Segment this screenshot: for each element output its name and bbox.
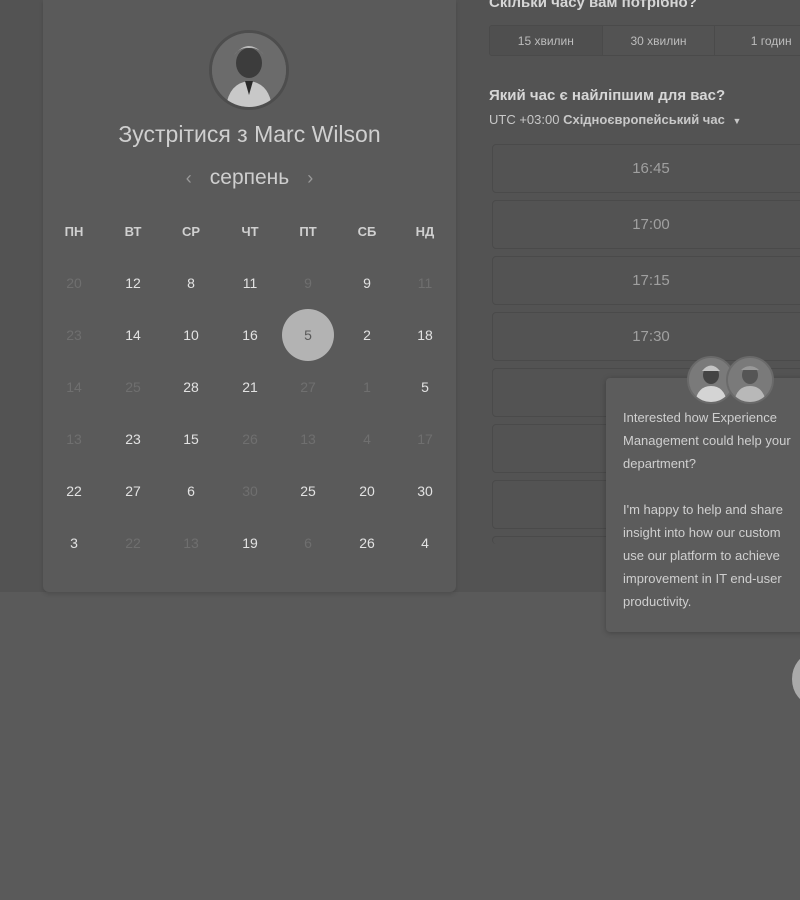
chat-message-line: department?: [623, 456, 696, 471]
duration-option[interactable]: 15 хвилин: [490, 26, 603, 55]
time-slot-label: 17:00: [632, 216, 670, 233]
chat-popup: Interested how Experience Management coul…: [606, 378, 800, 632]
duration-selector: 15 хвилин 30 хвилин 1 годин: [489, 25, 800, 56]
calendar-day: 13: [66, 431, 82, 447]
chat-message-line: improvement in IT end-user: [623, 571, 782, 586]
chat-message-line: use our platform to achieve: [623, 548, 780, 563]
time-slot-button[interactable]: 17:30: [492, 312, 800, 361]
calendar-day: 11: [417, 275, 433, 291]
weekday-label: СР: [181, 224, 201, 239]
chat-message-line: Management could help your: [623, 433, 791, 448]
chevron-left-icon[interactable]: ‹: [186, 168, 192, 189]
month-label: серпень: [209, 166, 290, 189]
timezone-offset: UTC +03:00: [489, 112, 560, 127]
calendar-day: 26: [242, 431, 258, 447]
timezone-name: Східноєвропейський час: [563, 112, 725, 127]
calendar-day: 25: [125, 379, 141, 395]
calendar-day[interactable]: 10: [165, 309, 217, 361]
time-slot-label: 17:30: [632, 328, 670, 345]
calendar-day[interactable]: 30: [399, 465, 451, 517]
calendar-day: 13: [300, 431, 316, 447]
calendar-day-selected[interactable]: 5: [282, 309, 334, 361]
time-slot-label: 16:45: [632, 160, 670, 177]
calendar-day[interactable]: 19: [224, 517, 276, 569]
calendar-day: 4: [363, 431, 371, 447]
person-icon: [728, 358, 772, 402]
weekday-label: ПН: [64, 224, 84, 239]
calendar-day: 30: [242, 483, 258, 499]
calendar-day[interactable]: 26: [341, 517, 393, 569]
calendar-day[interactable]: 14: [107, 309, 159, 361]
month-nav: ‹ серпень ›: [43, 166, 456, 190]
calendar-day[interactable]: 25: [282, 465, 334, 517]
calendar-day[interactable]: 6: [165, 465, 217, 517]
duration-option[interactable]: 30 хвилин: [603, 26, 716, 55]
calendar-day: 22: [125, 535, 141, 551]
calendar-day: 9: [304, 275, 312, 291]
calendar-day[interactable]: 20: [341, 465, 393, 517]
chat-message-line: productivity.: [623, 594, 692, 609]
chat-message-line: insight into how our custom: [623, 525, 781, 540]
calendar-day[interactable]: 22: [48, 465, 100, 517]
agent-avatar-2: [726, 356, 774, 404]
weekday-label: НД: [415, 224, 435, 239]
time-slot-button[interactable]: 17:00: [492, 200, 800, 249]
chat-message-line: Interested how Experience: [623, 410, 777, 425]
calendar-day: 1: [363, 379, 371, 395]
calendar-day[interactable]: 23: [107, 413, 159, 465]
weekday-label: СБ: [357, 224, 377, 239]
calendar-day[interactable]: 15: [165, 413, 217, 465]
calendar-day: 14: [66, 379, 82, 395]
time-slot-button[interactable]: 17:15: [492, 256, 800, 305]
chat-launcher-button[interactable]: [792, 654, 800, 704]
chevron-right-icon[interactable]: ›: [307, 168, 313, 189]
weekday-label: ВТ: [124, 224, 142, 239]
calendar-day[interactable]: 9: [341, 257, 393, 309]
caret-down-icon: ▼: [732, 116, 742, 126]
time-slot-button[interactable]: 16:45: [492, 144, 800, 193]
calendar-day[interactable]: 28: [165, 361, 217, 413]
weekday-label: ПТ: [299, 224, 317, 239]
calendar-day: 23: [66, 327, 82, 343]
calendar-day[interactable]: 18: [399, 309, 451, 361]
calendar-day[interactable]: 12: [107, 257, 159, 309]
calendar-day[interactable]: 4: [399, 517, 451, 569]
duration-question: Скільки часу вам потрібно?: [489, 0, 697, 11]
host-avatar: [209, 30, 289, 110]
timezone-select[interactable]: UTC +03:00 Східноєвропейський час ▼: [489, 112, 741, 127]
calendar-day[interactable]: 5: [399, 361, 451, 413]
calendar-day[interactable]: 27: [107, 465, 159, 517]
calendar-day[interactable]: 21: [224, 361, 276, 413]
calendar-day[interactable]: 11: [224, 257, 276, 309]
person-icon: [212, 33, 286, 107]
calendar-day: 17: [417, 431, 433, 447]
time-question: Який час є найліпшим для вас?: [489, 87, 726, 104]
time-slot-label: 17:15: [632, 272, 670, 289]
calendar-day: 27: [300, 379, 316, 395]
calendar-day[interactable]: 16: [224, 309, 276, 361]
calendar-day: 6: [304, 535, 312, 551]
meeting-title: Зустрітися з Marc Wilson: [118, 121, 381, 147]
calendar-day: 13: [183, 535, 199, 551]
calendar-day[interactable]: 2: [341, 309, 393, 361]
chat-message-line: I'm happy to help and share: [623, 502, 784, 517]
weekday-label: ЧТ: [241, 224, 259, 239]
calendar-day[interactable]: 8: [165, 257, 217, 309]
calendar-day: 20: [66, 275, 82, 291]
calendar-day[interactable]: 3: [48, 517, 100, 569]
duration-option[interactable]: 1 годин: [715, 26, 800, 55]
